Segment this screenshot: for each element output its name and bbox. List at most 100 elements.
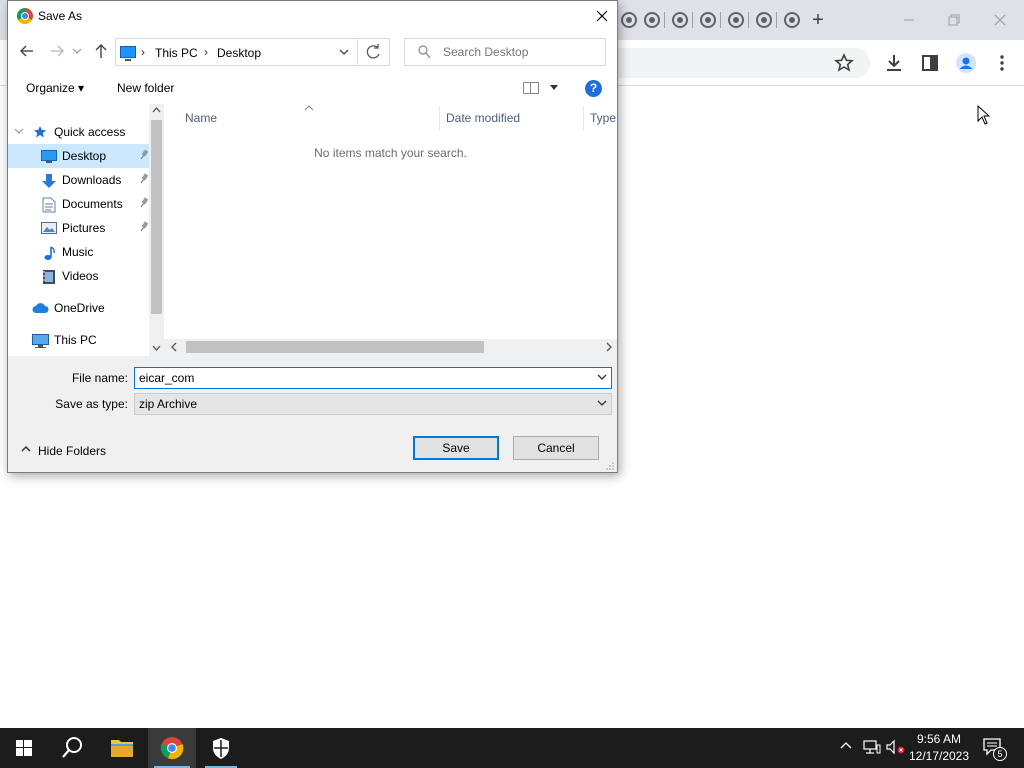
resize-grip-icon[interactable] xyxy=(605,461,615,473)
navigation-pane-scrollbar[interactable] xyxy=(149,104,164,356)
view-options-chevron-icon[interactable] xyxy=(548,80,560,97)
star-icon[interactable] xyxy=(832,51,856,75)
tree-item-label: Pictures xyxy=(62,221,106,235)
music-folder-icon xyxy=(42,245,56,260)
tree-item-onedrive[interactable]: OneDrive xyxy=(8,296,149,320)
tree-item-documents[interactable]: Documents xyxy=(8,192,149,216)
tab-favicon-icon[interactable] xyxy=(784,12,800,28)
volume-muted-icon[interactable] xyxy=(886,739,906,758)
file-name-input[interactable] xyxy=(139,370,589,386)
search-icon[interactable] xyxy=(48,728,96,768)
onedrive-cloud-icon xyxy=(32,302,49,316)
dialog-title: Save As xyxy=(38,9,83,23)
cancel-button[interactable]: Cancel xyxy=(513,436,599,460)
dialog-titlebar[interactable]: Save As xyxy=(8,1,617,32)
up-arrow-icon[interactable] xyxy=(90,40,112,62)
forward-arrow-icon[interactable] xyxy=(46,40,68,62)
tree-item-music[interactable]: Music xyxy=(8,240,149,264)
tree-item-label: Documents xyxy=(62,197,123,211)
download-icon[interactable] xyxy=(882,51,906,75)
clock-time[interactable]: 9:56 AM xyxy=(915,732,963,746)
tree-item-downloads[interactable]: Downloads xyxy=(8,168,149,192)
clock-date[interactable]: 12/17/2023 xyxy=(908,749,970,763)
save-as-type-select[interactable]: zip Archive xyxy=(134,393,612,415)
address-dropdown-chevron-icon[interactable] xyxy=(337,43,351,64)
close-icon[interactable] xyxy=(988,8,1012,32)
dialog-close-button[interactable] xyxy=(588,3,616,29)
organize-button[interactable]: Organize ▾ xyxy=(26,81,84,95)
scrollbar-thumb[interactable] xyxy=(151,120,162,314)
breadcrumb-desktop[interactable]: Desktop xyxy=(217,46,261,60)
pin-icon xyxy=(139,173,149,188)
column-header-type[interactable]: Type xyxy=(590,111,616,125)
tree-item-label: OneDrive xyxy=(54,301,105,315)
chevron-up-icon xyxy=(20,442,32,459)
scroll-left-arrow-icon[interactable] xyxy=(170,342,179,354)
change-view-icon[interactable] xyxy=(523,82,539,94)
chrome-icon[interactable] xyxy=(148,728,196,768)
collapse-chevron-icon[interactable] xyxy=(14,125,24,139)
search-input[interactable] xyxy=(443,43,601,61)
notification-count-badge: 5 xyxy=(993,747,1007,761)
navigation-bar: › This PC › Desktop xyxy=(8,32,617,72)
tree-item-videos[interactable]: Videos xyxy=(8,264,149,288)
scrollbar-thumb[interactable] xyxy=(186,341,484,353)
tree-item-this-pc[interactable]: This PC xyxy=(8,328,149,352)
back-arrow-icon[interactable] xyxy=(16,40,38,62)
tree-item-desktop[interactable]: Desktop xyxy=(8,144,149,168)
new-tab-button[interactable]: + xyxy=(806,8,830,32)
tree-item-label: This PC xyxy=(54,333,97,347)
file-name-dropdown-chevron-icon[interactable] xyxy=(597,371,607,386)
tab-favicon-icon[interactable] xyxy=(728,12,744,28)
restore-icon[interactable] xyxy=(942,8,966,32)
new-folder-button[interactable]: New folder xyxy=(117,81,174,95)
start-icon[interactable] xyxy=(0,728,48,768)
refresh-icon[interactable] xyxy=(358,38,390,66)
profile-icon[interactable] xyxy=(954,51,978,75)
tab-favicon-icon[interactable] xyxy=(756,12,772,28)
recent-locations-chevron-icon[interactable] xyxy=(70,40,84,62)
pin-icon xyxy=(139,149,149,164)
tab-favicon-icon[interactable] xyxy=(621,12,637,28)
address-bar[interactable]: › This PC › Desktop xyxy=(115,38,358,66)
minimize-icon[interactable] xyxy=(897,8,921,32)
scroll-up-arrow-icon[interactable] xyxy=(152,106,161,117)
tab-favicon-icon[interactable] xyxy=(700,12,716,28)
windows-security-icon[interactable] xyxy=(197,728,245,768)
file-name-label: File name: xyxy=(71,371,128,385)
file-list-pane: Name Date modified Type No items match y… xyxy=(164,104,617,356)
tab-favicon-icon[interactable] xyxy=(672,12,688,28)
save-as-type-dropdown-chevron-icon[interactable] xyxy=(597,397,607,412)
mouse-cursor-icon xyxy=(977,104,991,125)
file-name-combobox[interactable] xyxy=(134,367,612,389)
side-panel-icon[interactable] xyxy=(918,51,942,75)
taskbar: 9:56 AM 12/17/2023 5 xyxy=(0,728,1024,768)
more-icon[interactable] xyxy=(990,51,1014,75)
column-header-date-modified[interactable]: Date modified xyxy=(446,111,520,125)
tree-item-pictures[interactable]: Pictures xyxy=(8,216,149,240)
downloads-folder-icon xyxy=(41,173,56,188)
breadcrumb-this-pc[interactable]: This PC xyxy=(155,46,198,60)
horizontal-scrollbar[interactable] xyxy=(164,339,617,356)
save-button[interactable]: Save xyxy=(413,436,499,460)
pin-icon xyxy=(139,197,149,212)
tree-item-label: Downloads xyxy=(62,173,122,187)
pictures-folder-icon xyxy=(41,222,57,236)
tree-item-quick-access[interactable]: Quick access xyxy=(8,120,149,144)
navigation-pane: Quick access Desktop Downloads Documents… xyxy=(8,104,164,356)
save-as-dialog: Save As › This PC › Desktop Search Deskt… xyxy=(7,0,618,473)
column-header-name[interactable]: Name xyxy=(185,111,217,125)
search-box[interactable] xyxy=(404,38,606,66)
network-icon[interactable] xyxy=(863,739,881,758)
scroll-down-arrow-icon[interactable] xyxy=(152,343,161,354)
tree-item-label: Desktop xyxy=(62,149,107,163)
tree-item-label: Quick access xyxy=(54,125,126,139)
file-explorer-icon[interactable] xyxy=(98,728,146,768)
sort-ascending-caret-icon xyxy=(304,104,314,115)
show-hidden-icons-chevron-icon[interactable] xyxy=(840,739,852,756)
help-icon[interactable]: ? xyxy=(585,80,602,97)
empty-folder-message: No items match your search. xyxy=(314,146,467,160)
tab-favicon-icon[interactable] xyxy=(644,12,660,28)
tree-item-label: Videos xyxy=(62,269,99,283)
scroll-right-arrow-icon[interactable] xyxy=(604,342,613,354)
